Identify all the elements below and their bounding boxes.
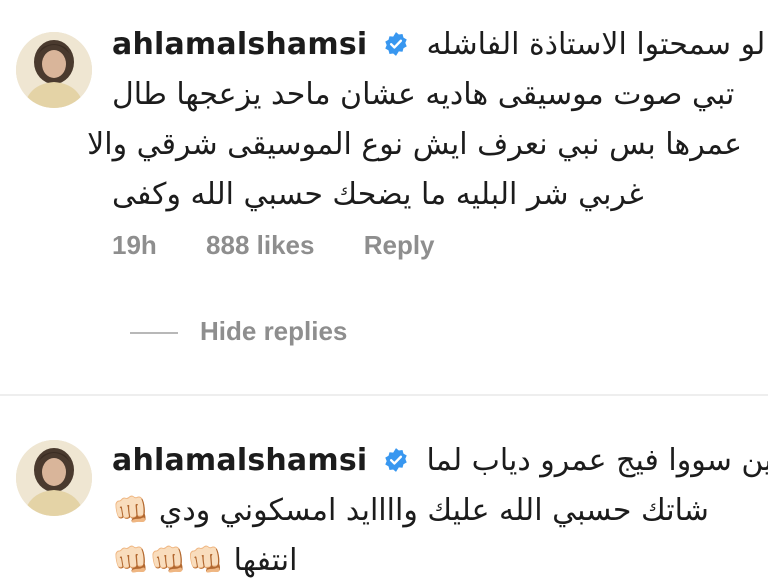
hide-replies-button[interactable]: Hide replies: [130, 316, 347, 347]
avatar[interactable]: [16, 32, 92, 108]
verified-badge-icon: [383, 439, 409, 472]
comment-text-line: زين سووا فيج عمرو دياب لما: [426, 443, 768, 478]
username-link[interactable]: ahlamalshamsi: [112, 27, 367, 62]
comment-meta: 19h 888 likes Reply: [112, 230, 477, 261]
comment-text-line: انتفها 👊🏻👊🏻👊🏻: [112, 543, 298, 578]
username-link[interactable]: ahlamalshamsi: [112, 443, 367, 478]
verified-badge-icon: [383, 23, 409, 56]
comment-text-line: تبي صوت موسيقى هاديه عشان ماحد يزعجها طا…: [112, 77, 735, 112]
comment-text-line: شاتك حسبي الله عليك واااايد امسكوني ودي …: [112, 493, 709, 528]
avatar[interactable]: [16, 440, 92, 516]
comment-header: ahlamalshamsi لو سمحتوا الاستاذة الفاشله: [112, 20, 765, 70]
comment-header: ahlamalshamsi زين سووا فيج عمرو دياب لما: [112, 436, 768, 486]
comment-text-line: لو سمحتوا الاستاذة الفاشله: [426, 27, 766, 62]
comment-text-line: عمرها بس نبي نعرف ايش نوع الموسيقى شرقي …: [87, 127, 742, 162]
divider: [0, 394, 768, 396]
timestamp: 19h: [112, 230, 157, 260]
reply-button[interactable]: Reply: [364, 230, 435, 260]
hide-replies-line: [130, 332, 178, 335]
likes-count[interactable]: 888 likes: [206, 230, 314, 260]
comment-text-line: غربي شر البليه ما يضحك حسبي الله وكفى: [112, 177, 644, 212]
